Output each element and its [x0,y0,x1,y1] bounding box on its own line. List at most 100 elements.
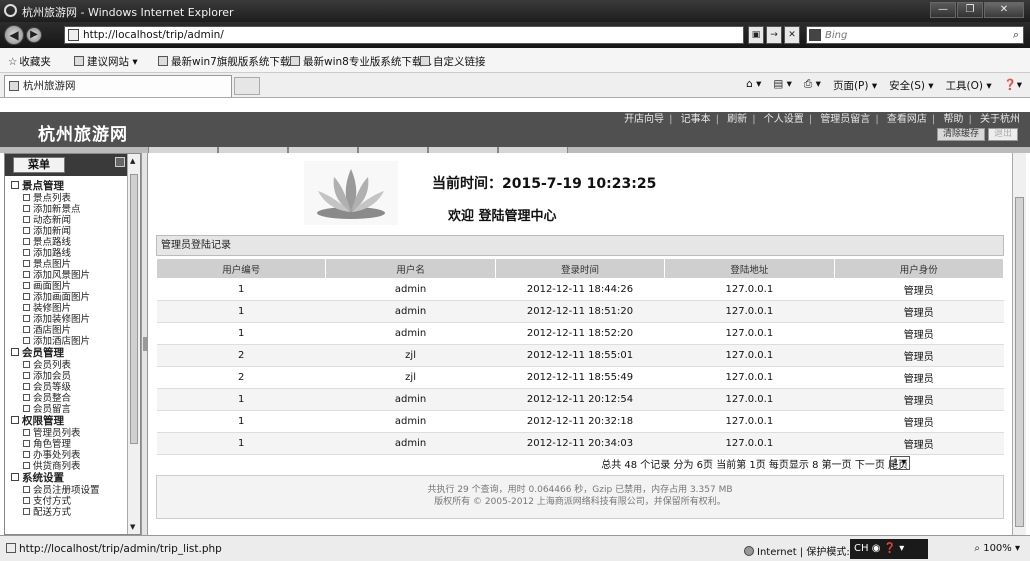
menu-group[interactable]: 会员管理 [11,347,129,360]
compat-view-icon[interactable]: ▣ [748,26,764,44]
top-link-refresh[interactable]: 刷新 [727,114,747,125]
menu-item[interactable]: 管理员列表 [11,428,129,439]
top-link-settings[interactable]: 个人设置 [764,114,804,125]
scroll-thumb[interactable] [1015,197,1024,527]
menu-item[interactable]: 添加新景点 [11,204,129,215]
address-bar: ◀ ▶ http://localhost/trip/admin/ ▣ → ✕ ⌕ [0,22,1030,48]
expand-toggle-icon[interactable] [11,473,19,481]
node-icon [23,293,30,300]
minimize-button[interactable]: — [930,2,956,18]
menu-button[interactable]: 菜单 [13,157,65,173]
scroll-thumb[interactable] [130,174,138,444]
menu-item[interactable]: 会员等级 [11,382,129,393]
zoom-level[interactable]: ⌕ 100% ▾ [974,543,1020,554]
menu-item[interactable]: 添加会员 [11,371,129,382]
print-icon[interactable]: ⎙ ▾ [804,78,821,93]
expand-toggle-icon[interactable] [11,416,19,424]
logout-button[interactable]: 退出 [987,128,1018,141]
page-menu[interactable]: 页面(P) ▾ [833,78,877,93]
safety-menu[interactable]: 安全(S) ▾ [889,78,933,93]
pager-text[interactable]: 总共 48 个记录 分为 6页 当前第 1页 每页显示 8 第一页 下一页 尾页 [601,460,908,471]
menu-item[interactable]: 添加酒店图片 [11,336,129,347]
ime-toolbar[interactable]: CH ◉ ❓ ▾ [850,539,928,559]
top-link-about[interactable]: 关于杭州 [980,114,1020,125]
menu-item[interactable]: 会员注册项设置 [11,485,129,496]
table-cell: 127.0.0.1 [664,366,835,389]
table-cell: zjl [325,344,496,367]
help-icon[interactable]: ❓▾ [1004,78,1022,93]
menu-item[interactable]: 添加路线 [11,248,129,259]
favorites-link-win7[interactable]: 最新win7旗舰版系统下载... [158,54,300,69]
menu-item[interactable]: 角色管理 [11,439,129,450]
home-icon[interactable]: ⌂ ▾ [746,78,761,93]
top-link-view-store[interactable]: 查看网店 [887,114,927,125]
menu-item[interactable]: 景点图片 [11,259,129,270]
menu-item[interactable]: 添加装修图片 [11,314,129,325]
forward-button[interactable]: ▶ [26,27,42,43]
search-input[interactable] [825,28,995,42]
node-icon [23,205,30,212]
tab-current[interactable]: 杭州旅游网 [4,75,232,97]
table-cell: 2012-12-11 18:52:20 [495,322,665,345]
menu-item[interactable]: 动态新闻 [11,215,129,226]
clear-cache-button[interactable]: 清除缓存 [936,128,985,141]
menu-item[interactable]: 配送方式 [11,507,129,518]
menu-item[interactable]: 装修图片 [11,303,129,314]
tools-menu[interactable]: 工具(O) ▾ [946,78,992,93]
url-field[interactable]: http://localhost/trip/admin/ [64,26,744,44]
menu-group[interactable]: 权限管理 [11,415,129,428]
menu-item[interactable]: 画面图片 [11,281,129,292]
table-cell: 管理员 [834,366,1004,389]
search-box[interactable]: ⌕ [806,26,1024,44]
scroll-down-icon[interactable]: ▼ [130,523,135,531]
table-cell: 管理员 [834,322,1004,345]
menu-item[interactable]: 供货商列表 [11,461,129,472]
close-button[interactable]: ✕ [984,2,1024,18]
favorites-button[interactable]: ☆ 收藏夹 [8,54,51,69]
top-link-wizard[interactable]: 开店向导 [624,114,664,125]
expand-toggle-icon[interactable] [11,348,19,356]
menu-item[interactable]: 景点列表 [11,193,129,204]
query-stats: 共执行 29 个查询，用时 0.064466 秒，Gzip 已禁用，内存占用 3… [427,485,733,495]
menu-item[interactable]: 添加画面图片 [11,292,129,303]
top-link-admin-message[interactable]: 管理员留言 [820,114,870,125]
menu-item[interactable]: 酒店图片 [11,325,129,336]
search-icon[interactable]: ⌕ [1013,28,1019,42]
refresh-icon[interactable]: → [766,26,782,44]
maximize-button[interactable]: ❐ [957,2,983,18]
feeds-icon[interactable]: ▤ ▾ [773,78,792,93]
menu-group[interactable]: 景点管理 [11,180,129,193]
node-icon [23,216,30,223]
table-cell: 127.0.0.1 [664,300,835,323]
top-link-help[interactable]: 帮助 [943,114,963,125]
scroll-up-icon[interactable]: ▲ [130,157,135,165]
menu-item[interactable]: 会员留言 [11,404,129,415]
frame-splitter[interactable] [141,153,148,535]
menu-item[interactable]: 景点路线 [11,237,129,248]
status-page-icon [6,543,16,553]
favorites-link-suggested[interactable]: 建议网站 ▾ [74,54,138,69]
back-button[interactable]: ◀ [4,25,24,45]
menu-item[interactable]: 会员整合 [11,393,129,404]
top-link-notepad[interactable]: 记事本 [681,114,711,125]
collapse-icon[interactable] [115,157,125,167]
menu-item[interactable]: 办事处列表 [11,450,129,461]
table-row: 2 zjl 2012-12-11 18:55:49 127.0.0.1 管理员 [156,366,1004,389]
sidebar-scrollbar[interactable]: ▲ ▼ [127,154,140,534]
expand-toggle-icon[interactable] [11,181,19,189]
new-tab-button[interactable] [234,77,260,95]
table-cell: 1 [156,432,326,455]
menu-item[interactable]: 支付方式 [11,496,129,507]
main-scrollbar[interactable] [1012,153,1026,535]
favorites-link-win8[interactable]: 最新win8专业版系统下载... [290,54,432,69]
menu-group[interactable]: 系统设置 [11,472,129,485]
menu-item[interactable]: 添加新闻 [11,226,129,237]
menu-item[interactable]: 添加风景图片 [11,270,129,281]
stop-icon[interactable]: ✕ [784,26,800,44]
node-icon [23,326,30,333]
node-icon [23,508,30,515]
security-zone[interactable]: Internet | 保护模式: 禁 [744,543,863,558]
favorites-link-custom[interactable]: 自定义链接 [420,54,486,69]
menu-item[interactable]: 会员列表 [11,360,129,371]
page-select[interactable]: 1 ▾ [890,456,910,470]
